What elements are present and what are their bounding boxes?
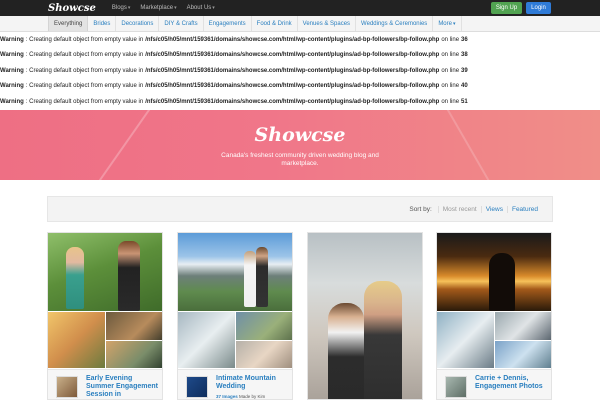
photo-figure — [364, 281, 402, 399]
category-venues-spaces[interactable]: Venues & Spaces — [298, 16, 357, 31]
gallery-card[interactable]: Early Evening Summer Engagement Session … — [47, 232, 163, 400]
card-footer: Early Evening Summer Engagement Session … — [48, 369, 162, 399]
gallery-card[interactable]: Carrie + Dennis, Engagement Photos — [436, 232, 552, 400]
signup-button[interactable]: Sign Up — [491, 2, 522, 14]
cover-photo[interactable] — [48, 233, 162, 311]
nav-about-label: About Us — [186, 5, 212, 11]
nav-blogs[interactable]: Blogs▾ — [112, 5, 131, 11]
top-nav: Blogs▾ Marketplace▾ About Us▾ — [112, 5, 215, 11]
cover-photo[interactable] — [308, 233, 422, 399]
card-title[interactable]: Intimate Mountain Wedding — [216, 375, 290, 391]
photo-figure — [66, 247, 84, 309]
made-by[interactable]: Made by Kim — [239, 394, 265, 399]
category-diy-crafts[interactable]: DIY & Crafts — [159, 16, 204, 31]
category-brides[interactable]: Brides — [88, 16, 117, 31]
category-more[interactable]: More ▾ — [433, 16, 462, 31]
thumbnail-photo[interactable] — [236, 341, 292, 368]
card-meta: 37 Images Made by Kim — [216, 394, 265, 399]
photo-figure — [244, 251, 256, 307]
thumbnail-photo[interactable] — [236, 312, 292, 340]
warning-line: Warning: Creating default object from em… — [0, 67, 468, 74]
site-logo[interactable]: Showcse — [48, 3, 96, 14]
php-warnings: Warning: Creating default object from em… — [0, 32, 600, 110]
nav-marketplace[interactable]: Marketplace▾ — [140, 5, 176, 11]
photo-figure — [256, 247, 268, 307]
category-bar: Everything Brides Decorations DIY & Craf… — [0, 16, 600, 32]
warning-line: Warning: Creating default object from em… — [0, 98, 468, 105]
avatar[interactable] — [56, 376, 78, 398]
warning-line: Warning: Creating default object from em… — [0, 36, 468, 43]
sort-most-recent[interactable]: Most recent — [437, 205, 481, 213]
hero-title: Showcse — [254, 124, 346, 146]
photo-figure — [328, 303, 364, 399]
category-weddings-ceremonies[interactable]: Weddings & Ceremonies — [356, 16, 434, 31]
thumbnail-photo[interactable] — [106, 312, 162, 340]
image-count[interactable]: 37 Images — [216, 394, 238, 399]
thumbnail-photo[interactable] — [106, 341, 162, 368]
gallery-card[interactable] — [307, 232, 423, 400]
thumbnail-photo[interactable] — [178, 312, 235, 368]
hero-subtitle: Canada's freshest community driven weddi… — [221, 152, 379, 167]
sort-label: Sort by: — [409, 205, 432, 213]
thumbnail-photo[interactable] — [495, 312, 551, 340]
top-navbar: Showcse Blogs▾ Marketplace▾ About Us▾ Si… — [0, 0, 600, 16]
cover-photo[interactable] — [178, 233, 292, 311]
nav-blogs-label: Blogs — [111, 5, 127, 11]
category-engagements[interactable]: Engagements — [204, 16, 252, 31]
avatar[interactable] — [186, 376, 208, 398]
category-decorations[interactable]: Decorations — [116, 16, 160, 31]
photo-figure — [489, 253, 515, 311]
category-food-drink[interactable]: Food & Drink — [252, 16, 298, 31]
warning-line: Warning: Creating default object from em… — [0, 83, 468, 90]
card-footer: Intimate Mountain Wedding 37 Images Made… — [178, 369, 292, 399]
chevron-down-icon: ▾ — [452, 20, 456, 27]
photo-figure — [118, 241, 140, 311]
chevron-down-icon: ▾ — [174, 5, 177, 11]
card-footer: Carrie + Dennis, Engagement Photos — [437, 369, 551, 399]
avatar[interactable] — [445, 376, 467, 398]
nav-about-us[interactable]: About Us▾ — [187, 5, 215, 11]
cover-photo[interactable] — [437, 233, 551, 311]
card-title[interactable]: Carrie + Dennis, Engagement Photos — [475, 375, 549, 391]
card-title[interactable]: Early Evening Summer Engagement Session … — [86, 375, 160, 399]
sort-featured[interactable]: Featured — [506, 205, 542, 213]
thumbnail-photo[interactable] — [437, 312, 494, 368]
category-everything[interactable]: Everything — [48, 16, 89, 31]
chevron-down-icon: ▾ — [212, 5, 215, 11]
thumbnail-photo[interactable] — [495, 341, 551, 368]
category-more-label: More — [438, 20, 452, 27]
nav-marketplace-label: Marketplace — [140, 5, 174, 11]
login-button[interactable]: Login — [526, 2, 551, 14]
warning-line: Warning: Creating default object from em… — [0, 52, 468, 59]
hero-banner: Showcse Canada's freshest community driv… — [0, 110, 600, 180]
gallery-card[interactable]: Intimate Mountain Wedding 37 Images Made… — [177, 232, 293, 400]
thumbnail-photo[interactable] — [48, 312, 105, 368]
chevron-down-icon: ▾ — [127, 5, 131, 11]
sort-bar: Sort by: Most recent Views Featured — [47, 196, 553, 222]
sort-views[interactable]: Views — [480, 205, 507, 213]
